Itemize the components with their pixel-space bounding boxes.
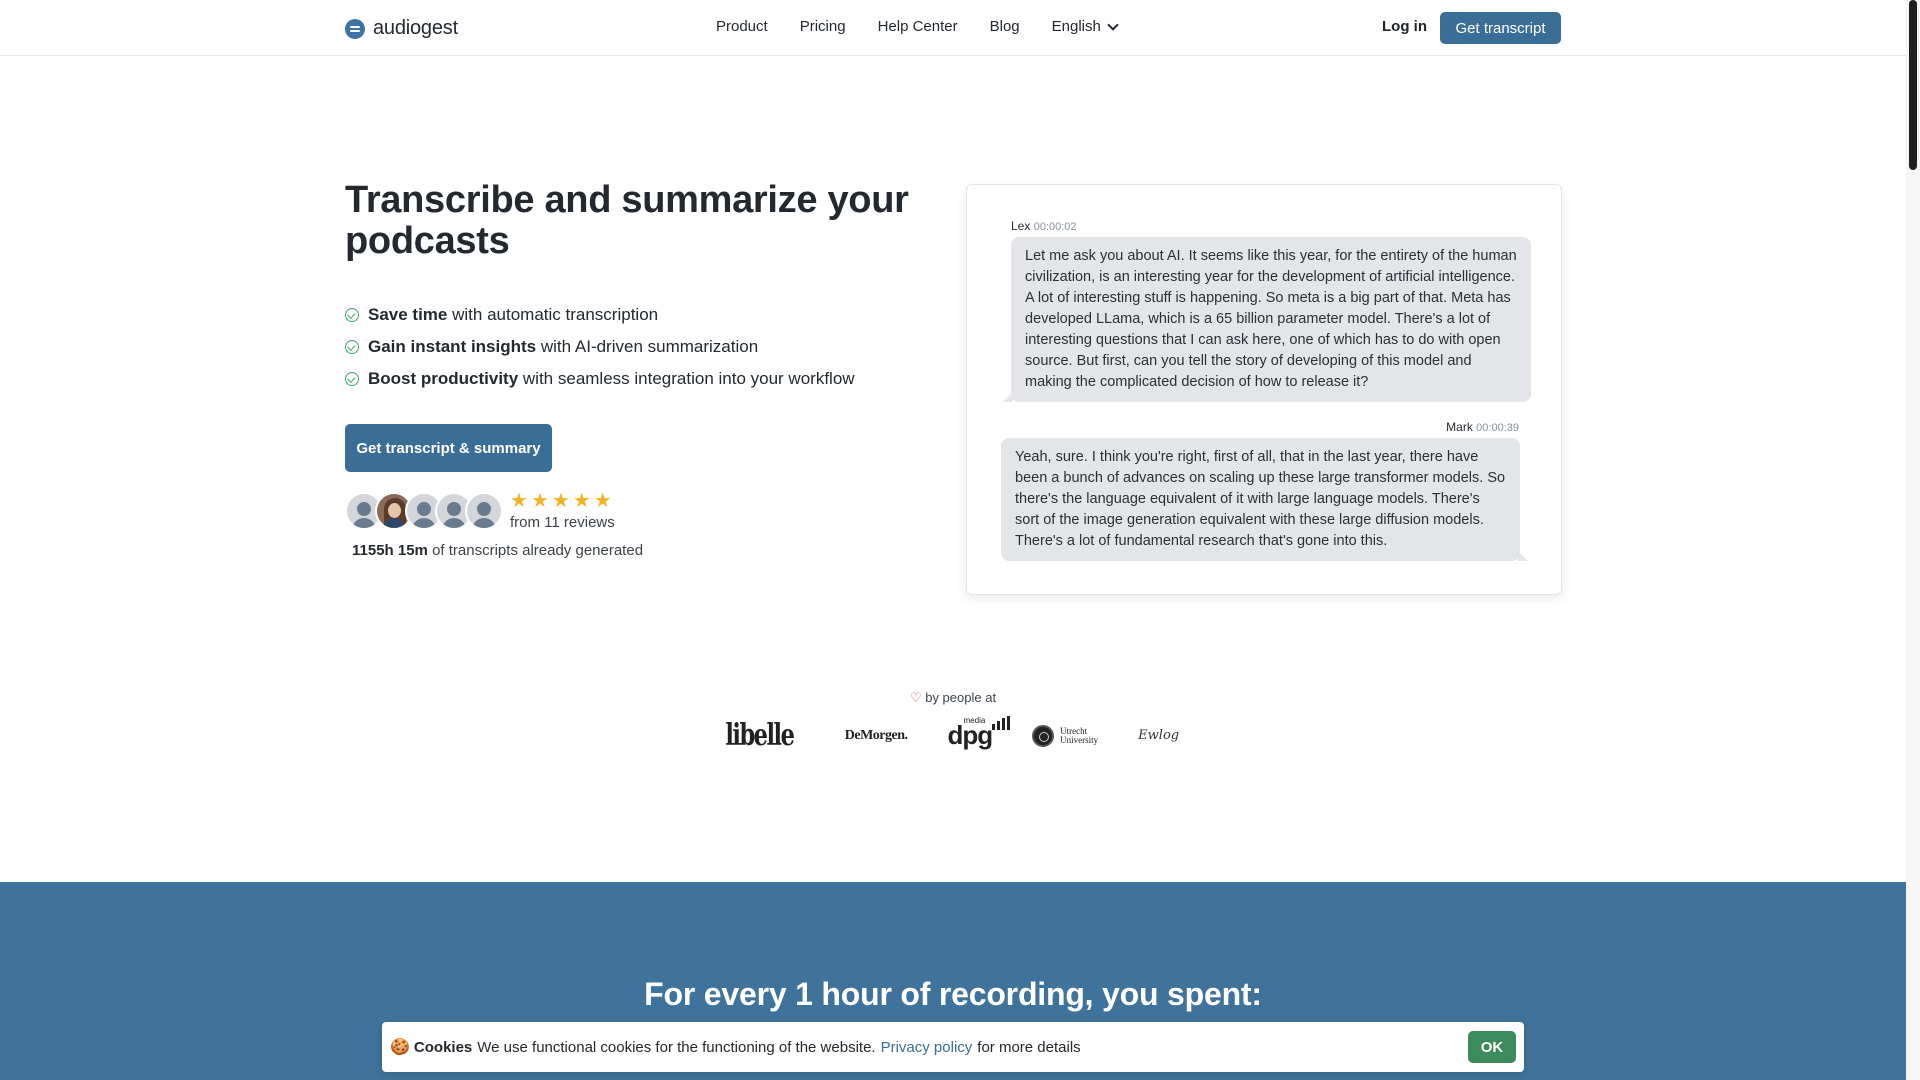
generated-hours: 1155h 15m <box>352 542 428 559</box>
loved-by-text: by people at <box>925 690 997 705</box>
chevron-down-icon <box>1107 18 1119 31</box>
check-circle-icon <box>345 372 359 386</box>
logo-icon <box>345 18 365 39</box>
speaker-label: Lex 00:00:02 <box>1011 219 1077 233</box>
nav-links: Product Pricing Help Center Blog English <box>716 18 1119 35</box>
transcript-preview-card: Lex 00:00:02 Let me ask you about AI. It… <box>966 184 1562 595</box>
libelle-logo: libelle <box>725 718 795 753</box>
generated-text: of transcripts already generated <box>432 542 644 559</box>
speaker-name: Lex <box>1011 219 1031 233</box>
cookie-banner: 🍪 Cookies We use functional cookies for … <box>382 1022 1524 1072</box>
feature-item: Gain instant insights with AI-driven sum… <box>345 337 855 357</box>
star-icon: ★ <box>530 490 549 512</box>
check-circle-icon <box>345 308 359 322</box>
loved-by-label: ♡ by people at <box>0 690 1906 706</box>
dpg-media-text: media <box>963 716 986 725</box>
get-transcript-summary-button[interactable]: Get transcript & summary <box>345 424 552 472</box>
demorgen-logo: DeMorgen. <box>844 727 908 743</box>
speaker-timestamp: 00:00:02 <box>1033 221 1077 233</box>
feature-text: with seamless integration into your work… <box>522 369 855 388</box>
script-logo: Ewlog <box>1138 728 1180 743</box>
scrollbar-thumb[interactable] <box>1909 0 1917 170</box>
review-count: from 11 reviews <box>510 514 615 531</box>
feature-bold: Boost productivity <box>368 369 519 388</box>
nav-link-pricing[interactable]: Pricing <box>800 18 846 35</box>
section-title: For every 1 hour of recording, you spent… <box>644 976 1262 1012</box>
feature-text: with AI-driven summarization <box>540 337 759 356</box>
feature-text: with automatic transcription <box>452 305 659 324</box>
star-icon: ★ <box>551 490 570 512</box>
rating-stars: ★ ★ ★ ★ ★ <box>510 488 612 513</box>
nav-link-help-center[interactable]: Help Center <box>878 18 958 35</box>
feature-bold: Gain instant insights <box>368 337 537 356</box>
feature-list: Save time with automatic transcription G… <box>345 305 855 389</box>
hero-title: Transcribe and summarize your podcasts <box>345 179 909 262</box>
get-transcript-button[interactable]: Get transcript <box>1440 12 1561 44</box>
logo-text: audiogest <box>373 17 458 39</box>
language-selector[interactable]: English <box>1051 18 1119 35</box>
transcript-bubble: Let me ask you about AI. It seems like t… <box>1003 237 1531 402</box>
feature-item: Boost productivity with seamless integra… <box>345 369 855 389</box>
avatar <box>465 492 503 530</box>
transcript-bubble: Yeah, sure. I think you're right, first … <box>1001 438 1528 561</box>
star-icon: ★ <box>510 490 528 512</box>
language-label: English <box>1051 18 1101 35</box>
nav-link-blog[interactable]: Blog <box>990 18 1020 35</box>
speaker-timestamp: 00:00:39 <box>1476 422 1519 434</box>
cookie-title: Cookies <box>413 1038 473 1056</box>
nav-link-product[interactable]: Product <box>716 18 768 35</box>
speaker-label: Mark 00:00:39 <box>1446 420 1519 434</box>
logo[interactable]: audiogest <box>345 17 458 40</box>
transcripts-generated: 1155h 15m of transcripts already generat… <box>352 542 643 559</box>
cookie-icon: 🍪 <box>390 1039 410 1056</box>
speaker-name: Mark <box>1446 420 1473 434</box>
utrecht-university-logo: Utrecht University <box>1032 724 1098 747</box>
feature-item: Save time with automatic transcription <box>345 305 855 325</box>
reviewer-avatars <box>345 492 503 530</box>
check-circle-icon <box>345 340 359 354</box>
login-link[interactable]: Log in <box>1382 18 1427 35</box>
star-icon: ★ <box>572 490 591 512</box>
star-icon: ★ <box>593 490 612 512</box>
heart-icon: ♡ <box>909 690 922 705</box>
cookie-ok-button[interactable]: OK <box>1468 1031 1516 1063</box>
seal-icon <box>1032 724 1055 747</box>
customer-logos: libelle DeMorgen. dpg media Utrecht Unive… <box>714 716 1180 753</box>
dpg-media-logo: dpg media <box>948 716 1010 751</box>
top-navbar: audiogest Product Pricing Help Center Bl… <box>0 0 1906 56</box>
feature-bold: Save time <box>368 305 448 324</box>
cookie-text: We use functional cookies for the functi… <box>477 1038 876 1056</box>
privacy-policy-link[interactable]: Privacy policy <box>881 1039 973 1056</box>
cookie-rest-text: for more details <box>977 1038 1081 1056</box>
page-scrollbar[interactable] <box>1906 0 1920 1080</box>
